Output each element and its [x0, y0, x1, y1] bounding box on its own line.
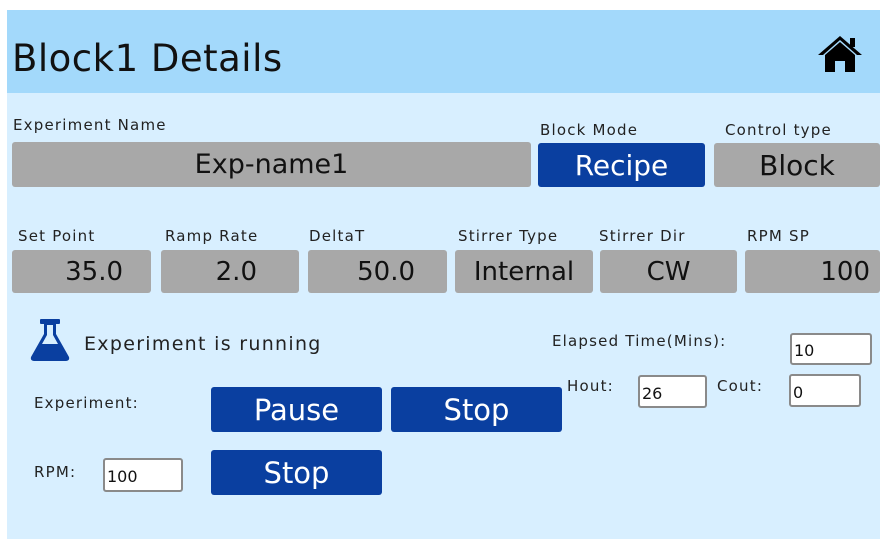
- hout-label: Hout:: [567, 377, 614, 395]
- rpm-label: RPM:: [34, 463, 77, 481]
- flask-icon: [27, 316, 73, 362]
- set-point-field: 35.0: [12, 250, 151, 293]
- experiment-name-field: Exp-name1: [12, 142, 531, 187]
- set-point-label: Set Point: [18, 227, 96, 245]
- elapsed-time-label: Elapsed Time(Mins):: [552, 332, 727, 350]
- delta-t-label: DeltaT: [309, 227, 366, 245]
- rpm-input[interactable]: [103, 458, 183, 492]
- experiment-name-label: Experiment Name: [13, 116, 167, 134]
- rpm-sp-label: RPM SP: [747, 227, 810, 245]
- block-mode-label: Block Mode: [540, 121, 639, 139]
- header-bar: Block1 Details: [7, 10, 880, 93]
- experiment-control-label: Experiment:: [34, 394, 139, 412]
- control-type-label: Control type: [725, 121, 832, 139]
- block-mode-value[interactable]: Recipe: [538, 143, 705, 187]
- stirrer-type-field: Internal: [455, 250, 593, 293]
- home-icon[interactable]: [817, 34, 863, 74]
- pause-experiment-button[interactable]: Pause: [211, 387, 382, 432]
- stop-rpm-button[interactable]: Stop: [211, 450, 382, 495]
- elapsed-time-input[interactable]: [790, 333, 872, 365]
- ramp-rate-field: 2.0: [161, 250, 299, 293]
- rpm-sp-field: 100: [745, 250, 880, 293]
- delta-t-field: 50.0: [308, 250, 447, 293]
- stop-experiment-button[interactable]: Stop: [391, 387, 562, 432]
- ramp-rate-label: Ramp Rate: [165, 227, 259, 245]
- block-details-screen: Block1 Details Experiment Name Block Mod…: [7, 10, 880, 539]
- hout-input[interactable]: [638, 375, 707, 408]
- page-title: Block1 Details: [12, 37, 283, 80]
- control-type-field: Block: [714, 143, 880, 187]
- stirrer-dir-label: Stirrer Dir: [599, 227, 686, 245]
- stirrer-type-label: Stirrer Type: [458, 227, 559, 245]
- cout-label: Cout:: [717, 377, 764, 395]
- cout-input[interactable]: [789, 374, 861, 407]
- experiment-status-text: Experiment is running: [84, 333, 322, 355]
- stirrer-dir-field: CW: [600, 250, 737, 293]
